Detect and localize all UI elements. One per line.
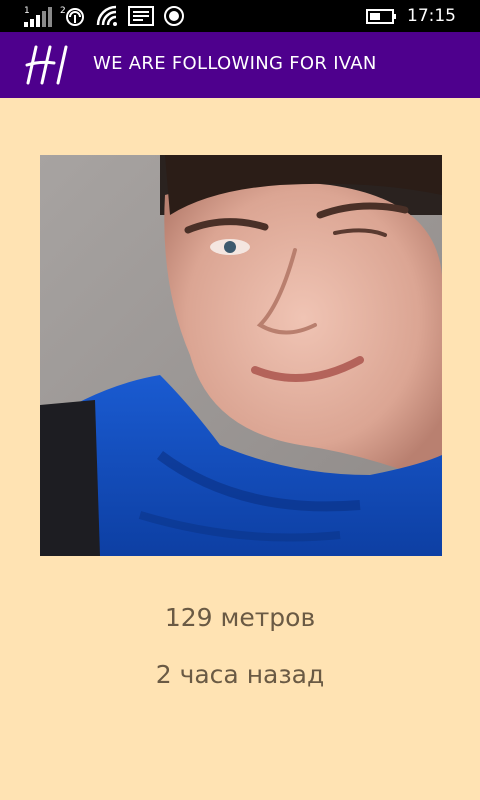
svg-text:1: 1: [24, 6, 30, 16]
app-logo: [25, 45, 68, 85]
sim-icon: 2: [60, 6, 84, 26]
svg-text:2: 2: [60, 6, 66, 16]
distance-text: 129 метров: [164, 603, 316, 632]
status-bar: 1 2 17:15: [0, 0, 480, 32]
profile-photo: [40, 155, 442, 556]
time-ago-text: 2 часа назад: [155, 660, 325, 689]
message-icon: [128, 6, 154, 26]
profile-photo-image: [40, 155, 442, 556]
wifi-icon: [96, 5, 117, 26]
app-header: WE ARE FOLLOWING FOR IVAN: [0, 32, 480, 98]
location-icon: [164, 6, 184, 26]
page-title: WE ARE FOLLOWING FOR IVAN: [93, 53, 377, 74]
battery-icon: [366, 9, 396, 24]
status-time: 17:15: [407, 6, 456, 26]
signal-strength-icon: 1: [24, 6, 52, 27]
